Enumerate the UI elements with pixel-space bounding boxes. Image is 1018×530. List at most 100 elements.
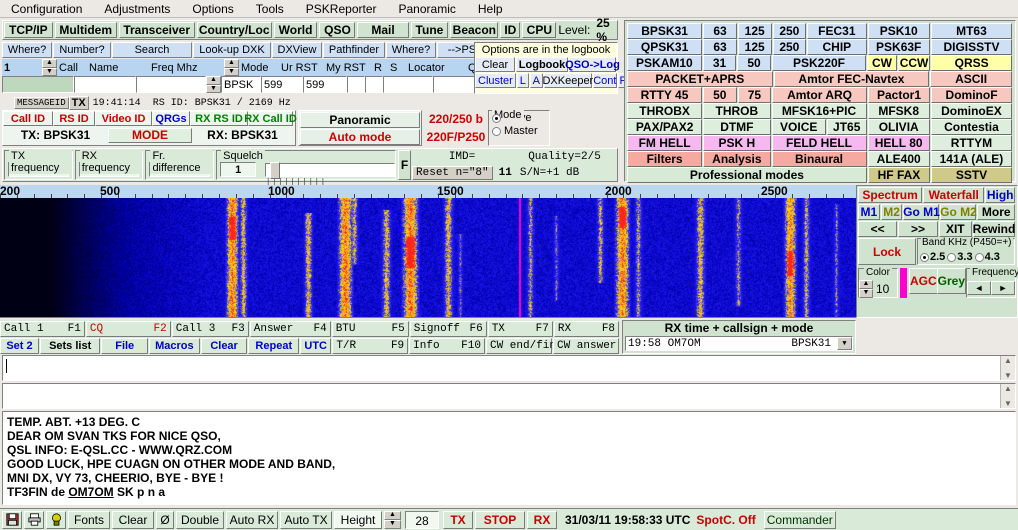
mode-button-amtor-fec-navtex[interactable]: Amtor FEC-Navtex	[773, 71, 930, 87]
rs-id-button[interactable]: RS ID	[53, 111, 95, 126]
band-option-2-5[interactable]: 2.5	[920, 251, 945, 263]
mode-button-qpsk31[interactable]: QPSK31	[627, 39, 703, 55]
go-m1-button[interactable]: Go M1	[903, 204, 940, 220]
auto-mode-button[interactable]: Auto mode	[300, 129, 420, 145]
fkey-rx[interactable]: RX F8	[553, 321, 620, 337]
r-input[interactable]	[347, 76, 365, 93]
fkey2-cw-answer[interactable]: CW answer	[552, 338, 619, 354]
menu-item-tools[interactable]: Tools	[245, 0, 295, 18]
fkey2-set-2[interactable]: Set 2	[0, 338, 39, 354]
agc-button[interactable]: AGC	[908, 268, 938, 294]
mode-button-throb[interactable]: THROB	[703, 103, 771, 119]
waterfall-button[interactable]: Waterfall	[923, 187, 985, 203]
toolbar-button-country-loc[interactable]: Country/Loc	[196, 22, 272, 38]
mode-button-psk63f[interactable]: PSK63F	[867, 39, 930, 55]
zero-button[interactable]: Ø	[156, 510, 174, 529]
lock-button[interactable]: Lock	[858, 238, 916, 265]
next-button[interactable]: >>	[898, 221, 938, 237]
mode-button-141a-ale[interactable]: 141A (ALE)	[930, 151, 1012, 167]
video-id-button[interactable]: Video ID	[95, 111, 152, 126]
toolbar-button-tcpip[interactable]: TCP/IP	[4, 22, 53, 38]
mode-button[interactable]: MODE	[108, 127, 192, 143]
mode-button-pactor1[interactable]: Pactor1	[867, 87, 931, 103]
fkey-tx[interactable]: TX F7	[487, 321, 553, 337]
scrollbar-1[interactable]: ▲ ▼	[1000, 356, 1015, 380]
clear-button[interactable]: Clear	[475, 57, 515, 72]
mode-button-50[interactable]: 50	[737, 55, 771, 71]
scroll-down-icon[interactable]: ▼	[1004, 371, 1012, 380]
cluster-button[interactable]: Cluster	[475, 73, 516, 88]
f-filter-button[interactable]: F	[398, 150, 412, 180]
mode-button-ccw[interactable]: CCW	[897, 55, 931, 71]
menu-item-adjustments[interactable]: Adjustments	[93, 0, 181, 18]
a-button[interactable]: A	[529, 73, 543, 88]
locator-input[interactable]	[383, 76, 433, 93]
mode-button-mfsk16-pic[interactable]: MFSK16+PIC	[771, 103, 867, 119]
call-input[interactable]	[74, 76, 136, 93]
clear-text-button[interactable]: Clear	[112, 510, 154, 529]
mode-button-63[interactable]: 63	[703, 23, 737, 39]
mode-button-feld-hell[interactable]: FELD HELL	[771, 135, 867, 151]
logbook-index-stepper[interactable]: ▲ ▼	[42, 59, 57, 76]
mode-button-rtty-45[interactable]: RTTY 45	[627, 87, 703, 103]
qso-to-log-button[interactable]: QSO->Log	[565, 57, 620, 72]
toolbar-button-cpu[interactable]: CPU	[522, 22, 557, 38]
logbook-button[interactable]: Logbook	[516, 57, 568, 72]
fkey2-file[interactable]: File	[101, 338, 149, 354]
transmit-text-area-2[interactable]: ▲ ▼	[2, 383, 1016, 409]
more-button[interactable]: More	[977, 204, 1015, 220]
fkey2-cw-end-fin[interactable]: CW end/fin	[485, 338, 556, 354]
mode-button-packet-aprs[interactable]: PACKET+APRS	[627, 71, 773, 87]
mode-button-hell-80[interactable]: HELL 80	[867, 135, 930, 151]
toolbar-button-tune[interactable]: Tune	[410, 22, 449, 38]
mode-button-50[interactable]: 50	[703, 87, 737, 103]
radio-master[interactable]: Master	[492, 125, 549, 137]
mode-button-63[interactable]: 63	[703, 39, 737, 55]
menu-item-options[interactable]: Options	[181, 0, 244, 18]
reset-button[interactable]: Reset n="8"	[412, 166, 493, 180]
mode-button-throbx[interactable]: THROBX	[627, 103, 703, 119]
search-button[interactable]: Search	[112, 42, 192, 58]
mode-button-olivia[interactable]: OLIVIA	[867, 119, 930, 135]
mode-input[interactable]: BPSK	[221, 76, 261, 93]
menu-item-configuration[interactable]: Configuration	[0, 0, 93, 18]
m2-button[interactable]: M2	[880, 204, 903, 220]
scroll-down-icon-2[interactable]: ▼	[1004, 399, 1012, 408]
tx-tag[interactable]: TX	[68, 96, 89, 110]
qrgs-button[interactable]: QRGs	[152, 111, 190, 126]
mode-button-pax-pax2[interactable]: PAX/PAX2	[627, 119, 703, 135]
fkey-btu[interactable]: BTU F5	[331, 321, 409, 337]
mode-button-hf-fax[interactable]: HF FAX	[867, 167, 931, 183]
scroll-up-icon-2[interactable]: ▲	[1004, 384, 1012, 393]
toolbar-button-beacon[interactable]: Beacon	[450, 22, 499, 38]
mode-button-fec31[interactable]: FEC31	[807, 23, 867, 39]
chevron-down-icon[interactable]: ▼	[837, 337, 852, 350]
frequency-right-arrow[interactable]: ►	[991, 281, 1015, 295]
mode-button-qrss[interactable]: QRSS	[931, 55, 1012, 71]
mode-button-mfsk8[interactable]: MFSK8	[867, 103, 930, 119]
toolbar-button-id[interactable]: ID	[500, 22, 521, 38]
auto-rx-button[interactable]: Auto RX	[226, 510, 278, 529]
stop-button[interactable]: STOP	[475, 510, 525, 529]
mode-button-chip[interactable]: CHIP	[807, 39, 867, 55]
scroll-up-icon[interactable]: ▲	[1004, 356, 1012, 365]
rx-history-combo[interactable]: 19:58 OM7OM BPSK31 ▼	[625, 336, 853, 351]
high-button[interactable]: High	[985, 187, 1015, 203]
mode-button-contestia[interactable]: Contestia	[930, 119, 1013, 135]
number-button[interactable]: Number?	[53, 42, 111, 58]
receive-text-area[interactable]: TEMP. ABT. +13 DEG. C DEAR OM SVAN TKS FO…	[2, 411, 1016, 505]
menu-item-help[interactable]: Help	[467, 0, 514, 18]
mode-button-rttym[interactable]: RTTYM	[930, 135, 1012, 151]
mode-button-250[interactable]: 250	[772, 39, 807, 55]
mode-button-mt63[interactable]: MT63	[930, 23, 1013, 39]
mode-button-amtor-arq[interactable]: Amtor ARQ	[772, 87, 867, 103]
color-stepper[interactable]: ▲ ▼	[859, 280, 873, 298]
band-option-4-3[interactable]: 4.3	[974, 251, 1000, 263]
mode-button-125[interactable]: 125	[737, 23, 772, 39]
prev-button[interactable]: <<	[858, 221, 898, 237]
rewind-button[interactable]: Rewind	[973, 221, 1015, 237]
call-id-button[interactable]: Call ID	[3, 111, 53, 126]
mode-button-sstv[interactable]: SSTV	[931, 167, 1012, 183]
fkey2-info[interactable]: Info F10	[409, 338, 485, 354]
fkey-cq[interactable]: CQ F2	[85, 321, 171, 337]
